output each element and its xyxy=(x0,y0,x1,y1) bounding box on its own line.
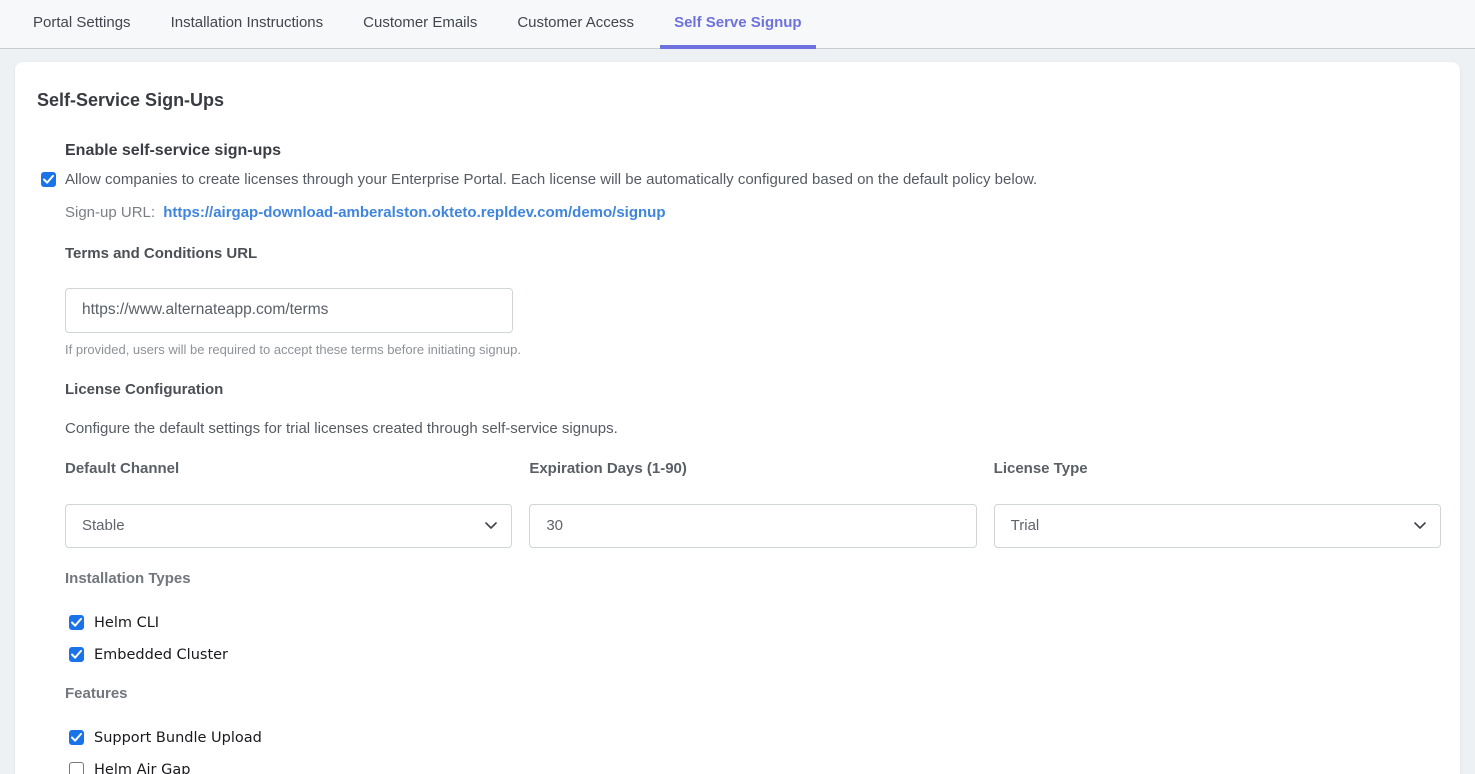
signup-url-link[interactable]: https://airgap-download-amberalston.okte… xyxy=(163,204,665,221)
default-channel-field: Default Channel Stable xyxy=(65,460,512,548)
embedded-cluster-label: Embedded Cluster xyxy=(94,647,228,663)
helm-cli-label: Helm CLI xyxy=(94,615,159,631)
enable-signups-checkbox[interactable] xyxy=(41,172,56,187)
expiration-days-label: Expiration Days (1-90) xyxy=(529,460,976,478)
check-icon xyxy=(43,175,54,184)
embedded-cluster-checkbox[interactable] xyxy=(69,647,84,662)
license-type-field: License Type Trial xyxy=(994,460,1441,548)
tab-customer-emails[interactable]: Customer Emails xyxy=(349,0,491,49)
check-icon xyxy=(71,618,82,627)
settings-tab-bar: Portal Settings Installation Instruction… xyxy=(0,0,1475,49)
signup-url-label: Sign-up URL: xyxy=(65,204,155,221)
feature-option: Support Bundle Upload xyxy=(69,730,1441,746)
page-title: Self-Service Sign-Ups xyxy=(37,90,1441,112)
installation-type-option: Embedded Cluster xyxy=(69,647,1441,663)
self-serve-signup-panel: Self-Service Sign-Ups Enable self-servic… xyxy=(15,62,1460,774)
terms-url-input[interactable] xyxy=(65,288,513,333)
enable-signups-description: Allow companies to create licenses throu… xyxy=(65,171,1037,190)
tab-installation-instructions[interactable]: Installation Instructions xyxy=(157,0,338,49)
expiration-days-field: Expiration Days (1-90) xyxy=(529,460,976,548)
features-heading: Features xyxy=(65,685,1441,703)
tab-self-serve-signup[interactable]: Self Serve Signup xyxy=(660,0,816,49)
feature-option: Helm Air Gap xyxy=(69,762,1441,774)
license-type-select[interactable]: Trial xyxy=(994,504,1441,548)
terms-url-help-text: If provided, users will be required to a… xyxy=(65,342,1441,357)
default-channel-label: Default Channel xyxy=(65,460,512,478)
expiration-days-input[interactable] xyxy=(529,504,976,548)
terms-url-label: Terms and Conditions URL xyxy=(65,245,1441,263)
default-channel-select[interactable]: Stable xyxy=(65,504,512,548)
enable-signups-heading: Enable self-service sign-ups xyxy=(65,141,1441,160)
license-configuration-description: Configure the default settings for trial… xyxy=(65,420,1441,437)
check-icon xyxy=(71,650,82,659)
support-bundle-upload-label: Support Bundle Upload xyxy=(94,730,262,746)
installation-type-option: Helm CLI xyxy=(69,615,1441,631)
check-icon xyxy=(71,733,82,742)
helm-cli-checkbox[interactable] xyxy=(69,615,84,630)
license-configuration-heading: License Configuration xyxy=(65,381,1441,399)
tab-customer-access[interactable]: Customer Access xyxy=(503,0,648,49)
helm-air-gap-checkbox[interactable] xyxy=(69,762,84,774)
license-type-label: License Type xyxy=(994,460,1441,478)
installation-types-heading: Installation Types xyxy=(65,570,1441,588)
helm-air-gap-label: Helm Air Gap xyxy=(94,762,190,774)
support-bundle-upload-checkbox[interactable] xyxy=(69,730,84,745)
tab-portal-settings[interactable]: Portal Settings xyxy=(19,0,145,49)
